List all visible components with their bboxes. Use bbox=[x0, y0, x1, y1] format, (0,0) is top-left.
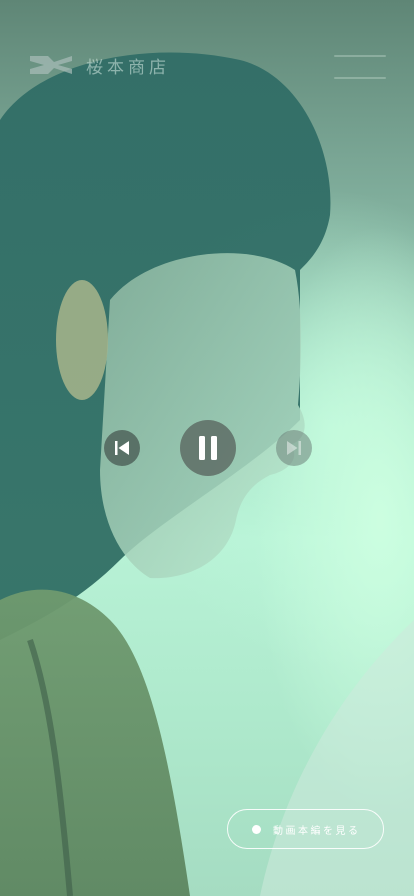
pause-icon bbox=[199, 436, 217, 460]
brand-mark-icon bbox=[30, 56, 72, 74]
skip-previous-icon bbox=[115, 441, 129, 455]
previous-button[interactable] bbox=[104, 430, 140, 466]
skip-next-icon bbox=[287, 441, 301, 455]
brand-logo[interactable]: 桜本商店 bbox=[28, 52, 170, 78]
video-hero[interactable]: 桜本商店 動画本編を見る bbox=[0, 0, 414, 896]
pause-button[interactable] bbox=[180, 420, 236, 476]
site-header: 桜本商店 bbox=[0, 0, 414, 110]
hamburger-menu-icon[interactable] bbox=[334, 55, 386, 79]
watch-full-video-button[interactable]: 動画本編を見る bbox=[227, 809, 384, 849]
cta-label: 動画本編を見る bbox=[273, 825, 361, 837]
dot-icon bbox=[252, 824, 261, 834]
next-button[interactable] bbox=[276, 430, 312, 466]
menu-line bbox=[334, 77, 386, 79]
brand-name: 桜本商店 bbox=[86, 57, 170, 78]
menu-line bbox=[334, 55, 386, 57]
